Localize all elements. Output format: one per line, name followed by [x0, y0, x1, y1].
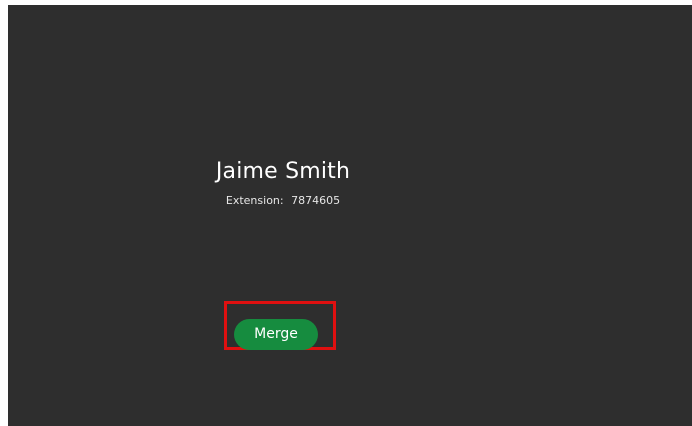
extension-number: 7874605 — [291, 194, 341, 207]
contact-extension: Extension: 7874605 — [8, 193, 558, 209]
contact-name: Jaime Smith — [215, 159, 351, 184]
extension-label: Extension: — [225, 194, 284, 207]
merge-button[interactable]: Merge — [234, 319, 318, 350]
call-screen: Jaime Smith Extension: 7874605 Merge — [8, 5, 692, 426]
